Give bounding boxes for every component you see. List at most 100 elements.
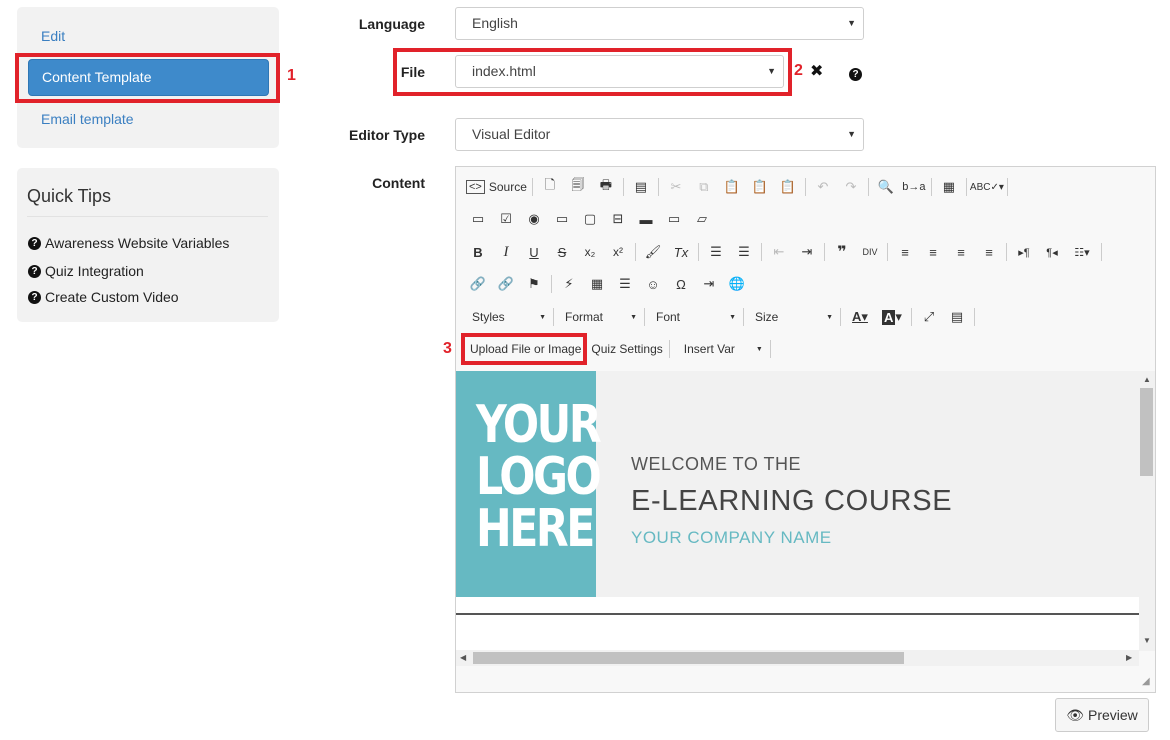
toolbar-separator xyxy=(974,308,975,326)
page-break-icon[interactable]: ⇥ xyxy=(697,272,721,296)
size-dropdown[interactable]: Size ▼ xyxy=(749,306,839,328)
toolbar-separator xyxy=(887,243,888,261)
text-direction-rtl-icon[interactable]: ¶◂ xyxy=(1040,240,1064,264)
sidebar-link-edit[interactable]: Edit xyxy=(41,28,65,44)
background-color-icon[interactable]: A ▾ xyxy=(878,305,906,329)
templates-icon[interactable]: ▤ xyxy=(629,175,653,199)
anchor-flag-icon[interactable]: ⚑ xyxy=(522,272,546,296)
toolbar-separator xyxy=(911,308,912,326)
toolbar-row-1: <> Source 🗋 🗐 🖶 ▤ ✂ ⧉ 📋 📋 📋 ↶ ↷ 🔍 b→a ▦ … xyxy=(466,174,1013,200)
redo-icon[interactable]: ↷ xyxy=(839,175,863,199)
font-dropdown[interactable]: Font ▼ xyxy=(650,306,742,328)
resize-handle-icon[interactable]: ◢ xyxy=(1142,676,1150,687)
align-center-icon[interactable]: ≡ xyxy=(921,240,945,264)
iframe-globe-icon[interactable]: 🌐 xyxy=(725,272,749,296)
scroll-up-arrow-icon[interactable]: ▲ xyxy=(1143,375,1151,384)
text-field-icon[interactable]: ▭ xyxy=(550,207,574,231)
file-help-icon[interactable]: ? xyxy=(849,64,862,81)
course-banner: YOUR LOGO HERE WELCOME TO THE E-LEARNING… xyxy=(456,371,1139,597)
spellcheck-icon[interactable]: ABC✓▾ xyxy=(970,175,1004,199)
toolbar-separator xyxy=(867,178,869,196)
numbered-list-icon[interactable]: ☰ xyxy=(704,240,728,264)
chevron-down-icon: ▼ xyxy=(755,345,763,353)
undo-icon[interactable]: ↶ xyxy=(811,175,835,199)
scroll-down-arrow-icon[interactable]: ▼ xyxy=(1143,636,1151,645)
align-right-icon[interactable]: ≡ xyxy=(949,240,973,264)
tip-quiz-integration[interactable]: ? Quiz Integration xyxy=(28,263,144,279)
replace-icon[interactable]: b→a xyxy=(902,175,926,199)
horizontal-scroll-thumb[interactable] xyxy=(473,652,904,664)
toolbar-separator xyxy=(1006,178,1008,196)
paste-icon[interactable]: 📋 xyxy=(720,175,744,199)
outdent-icon[interactable]: ⇤ xyxy=(767,240,791,264)
toolbar-separator xyxy=(930,178,932,196)
bold-icon[interactable]: B xyxy=(466,240,490,264)
flash-icon[interactable]: ⚡ xyxy=(557,272,581,296)
quiz-settings-button[interactable]: Quiz Settings xyxy=(591,342,662,356)
maximize-icon[interactable]: ⤢ xyxy=(917,305,941,329)
sidebar-link-email-template[interactable]: Email template xyxy=(41,111,134,127)
radio-icon[interactable]: ◉ xyxy=(522,207,546,231)
checkbox-icon[interactable]: ☑ xyxy=(494,207,518,231)
format-dropdown[interactable]: Format ▼ xyxy=(559,306,643,328)
horizontal-line-icon[interactable]: ☰ xyxy=(613,272,637,296)
print-icon[interactable]: 🖶 xyxy=(594,175,618,199)
tip-create-custom-video[interactable]: ? Create Custom Video xyxy=(28,289,179,305)
editor-type-select[interactable]: Visual Editor ▼ xyxy=(455,118,864,151)
remove-format-icon[interactable]: Tx xyxy=(669,240,693,264)
select-all-icon[interactable]: ▦ xyxy=(937,175,961,199)
underline-icon[interactable]: U xyxy=(522,240,546,264)
editor-type-value: Visual Editor xyxy=(472,126,551,142)
text-color-icon[interactable]: A▾ xyxy=(846,305,874,329)
align-left-icon[interactable]: ≡ xyxy=(893,240,917,264)
chevron-down-icon: ▼ xyxy=(826,313,833,321)
find-icon[interactable]: 🔍 xyxy=(874,175,898,199)
indent-icon[interactable]: ⇥ xyxy=(795,240,819,264)
button-field-icon[interactable]: ▬ xyxy=(634,207,658,231)
source-button[interactable]: <> Source xyxy=(466,180,527,194)
cut-icon[interactable]: ✂ xyxy=(664,175,688,199)
preview-page-icon[interactable]: 🗐 xyxy=(566,175,590,199)
unlink-icon[interactable]: 🔗 xyxy=(494,272,518,296)
strikethrough-icon[interactable]: S xyxy=(550,240,574,264)
language-icon[interactable]: ☷▾ xyxy=(1068,240,1096,264)
toolbar-separator xyxy=(635,243,636,261)
superscript-icon[interactable]: x² xyxy=(606,240,630,264)
justify-icon[interactable]: ≡ xyxy=(977,240,1001,264)
scroll-left-arrow-icon[interactable]: ◀ xyxy=(460,653,466,662)
show-blocks-icon[interactable]: ▤ xyxy=(945,305,969,329)
editor-content-area[interactable]: YOUR LOGO HERE WELCOME TO THE E-LEARNING… xyxy=(456,371,1139,651)
styles-dropdown[interactable]: Styles ▼ xyxy=(466,306,552,328)
select-field-icon[interactable]: ⊟ xyxy=(606,207,630,231)
hidden-field-icon[interactable]: ▱ xyxy=(690,207,714,231)
new-page-icon[interactable]: 🗋 xyxy=(538,175,562,199)
copy-format-icon[interactable]: 🖌 xyxy=(641,240,665,264)
language-select[interactable]: English ▼ xyxy=(455,7,864,40)
smiley-icon[interactable]: ☺ xyxy=(641,272,665,296)
blockquote-icon[interactable]: ❞ xyxy=(830,240,854,264)
preview-button[interactable]: 👁 Preview xyxy=(1055,698,1149,732)
link-icon[interactable]: 🔗 xyxy=(466,272,490,296)
image-button-icon[interactable]: ▭ xyxy=(662,207,686,231)
create-div-icon[interactable]: DIV xyxy=(858,240,882,264)
vertical-scroll-thumb[interactable] xyxy=(1140,388,1153,476)
delete-file-icon[interactable]: ✖ xyxy=(810,61,823,81)
bulleted-list-icon[interactable]: ☰ xyxy=(732,240,756,264)
paste-text-icon[interactable]: 📋 xyxy=(748,175,772,199)
annotation-number-2: 2 xyxy=(794,62,803,79)
scroll-right-arrow-icon[interactable]: ▶ xyxy=(1126,653,1132,662)
italic-icon[interactable]: I xyxy=(494,240,518,264)
form-icon[interactable]: ▭ xyxy=(466,207,490,231)
subscript-icon[interactable]: x₂ xyxy=(578,240,602,264)
text-direction-ltr-icon[interactable]: ▸¶ xyxy=(1012,240,1036,264)
tip-awareness-website-variables[interactable]: ? Awareness Website Variables xyxy=(28,235,229,251)
course-title: E-LEARNING COURSE xyxy=(631,485,953,517)
table-icon[interactable]: ▦ xyxy=(585,272,609,296)
copy-icon[interactable]: ⧉ xyxy=(692,175,716,199)
textarea-icon[interactable]: ▢ xyxy=(578,207,602,231)
toolbar-separator xyxy=(824,243,825,261)
special-char-icon[interactable]: Ω xyxy=(669,272,693,296)
insert-var-dropdown[interactable]: Insert Var ▼ xyxy=(675,338,769,360)
paste-word-icon[interactable]: 📋 xyxy=(776,175,800,199)
tip-label: Awareness Website Variables xyxy=(45,235,230,251)
